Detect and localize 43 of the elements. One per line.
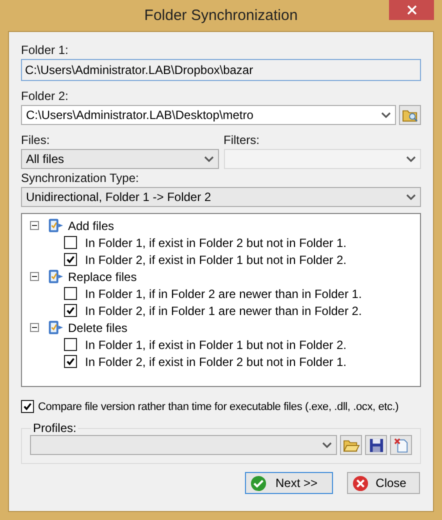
tree-option-label[interactable]: In Folder 2, if exist in Folder 1 but not in Folder 2. — [85, 252, 346, 266]
checkbox[interactable] — [21, 400, 34, 413]
save-icon-button[interactable] — [365, 435, 387, 455]
tree-option-label[interactable]: In Folder 2, if in Folder 1 are newer than in Folder 2. — [85, 304, 362, 318]
checkbox[interactable] — [64, 253, 77, 266]
window-title: Folder Synchronization — [144, 7, 298, 24]
checklist-icon — [47, 319, 64, 336]
tree-option-label[interactable]: In Folder 2, if exist in Folder 2 but not in Folder 1. — [85, 354, 346, 368]
checkbox[interactable] — [64, 304, 77, 317]
check-circle-icon — [250, 474, 267, 492]
tree-option-label[interactable]: In Folder 1, if exist in Folder 2 but not in Folder 1. — [85, 236, 346, 250]
collapse-icon[interactable] — [30, 221, 39, 230]
next-button[interactable]: Next >> — [245, 472, 333, 494]
sync-type-dropdown[interactable]: Unidirectional, Folder 1 -> Folder 2 — [21, 187, 421, 207]
tree-option-label[interactable]: In Folder 1, if in Folder 2 are newer than in Folder 1. — [85, 286, 362, 300]
checkbox[interactable] — [64, 287, 77, 300]
cross-circle-icon — [352, 474, 369, 492]
tree-group-label[interactable]: Delete files — [68, 320, 128, 334]
checkbox[interactable] — [64, 355, 77, 368]
tree-group-label[interactable]: Add files — [68, 218, 114, 232]
folder-1-field[interactable]: C:\Users\Administrator.LAB\Dropbox\bazar — [21, 59, 421, 81]
delete-profile-button[interactable] — [390, 435, 412, 455]
close-dialog-button[interactable]: Close — [347, 472, 420, 494]
collapse-icon[interactable] — [30, 323, 39, 332]
field-label: Folder 2: — [21, 89, 70, 103]
checklist-icon — [47, 217, 64, 234]
group-label: Profiles: — [32, 421, 78, 435]
checkbox-label[interactable]: Compare file version rather than time for executable files (.exe, .dll, .ocx, etc.) — [38, 400, 399, 412]
files-dropdown[interactable]: All files — [21, 149, 218, 169]
tree-option-label[interactable]: In Folder 1, if exist in Folder 1 but not in Folder 2. — [85, 338, 346, 352]
checkbox[interactable] — [64, 236, 77, 249]
folder-2-dropdown[interactable]: C:\Users\Administrator.LAB\Desktop\metro — [21, 105, 396, 125]
close-icon — [406, 5, 416, 15]
checklist-icon — [47, 268, 64, 285]
field-label: Files: — [21, 133, 51, 147]
checkbox[interactable] — [64, 338, 77, 351]
browse-folder-button[interactable] — [399, 105, 421, 125]
close-button[interactable] — [389, 0, 434, 20]
field-label: Filters: — [224, 133, 260, 147]
tree-group-label[interactable]: Replace files — [68, 270, 137, 284]
field-label: Folder 1: — [21, 43, 70, 57]
collapse-icon[interactable] — [30, 272, 39, 281]
field-label: Synchronization Type: — [21, 171, 140, 185]
